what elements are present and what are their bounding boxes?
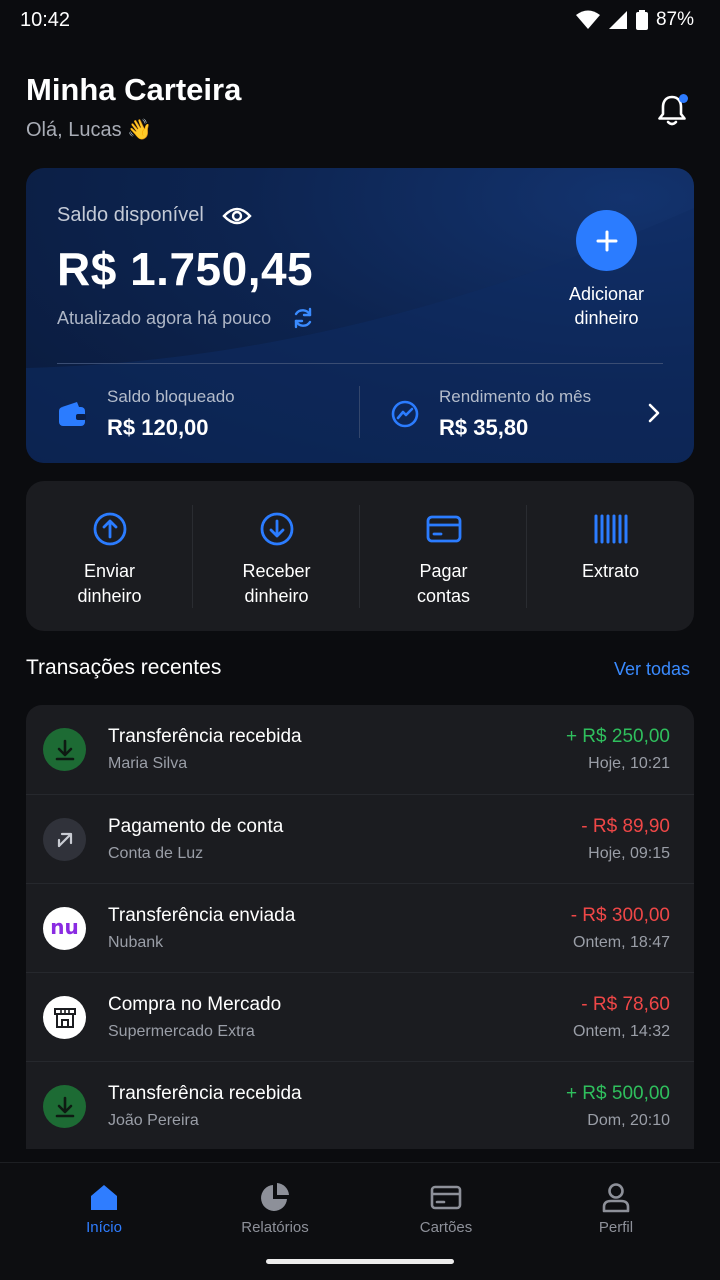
divider <box>359 386 360 438</box>
status-bar: 10:42 87% <box>0 0 720 44</box>
transaction-amount: + R$ 500,00 <box>565 1083 670 1104</box>
add-money-button[interactable] <box>576 210 637 271</box>
nav-profile[interactable]: Perfil <box>556 1177 676 1247</box>
card-icon <box>430 1185 462 1210</box>
wallet-icon <box>59 402 86 426</box>
transactions-heading: Transações recentes <box>26 656 222 679</box>
transaction-row[interactable]: Transferência recebida João Pereira + R$… <box>26 1061 694 1149</box>
status-icons: 87% <box>575 9 694 31</box>
quick-actions: Enviar dinheiro Receber dinheiro Pagar c… <box>26 481 694 631</box>
transaction-amount: + R$ 250,00 <box>565 726 670 747</box>
transaction-date: Ontem, 18:47 <box>573 934 670 951</box>
refresh-icon[interactable] <box>292 307 314 329</box>
transaction-row[interactable]: nu Transferência enviada Nubank - R$ 300… <box>26 883 694 972</box>
receive-money-button[interactable]: Receber dinheiro <box>193 481 360 631</box>
greeting: Olá, Lucas 👋 <box>26 119 153 141</box>
transaction-row[interactable]: Compra no Mercado Supermercado Extra - R… <box>26 972 694 1061</box>
blocked-balance-value: R$ 120,00 <box>107 415 209 440</box>
blocked-balance-label: Saldo bloqueado <box>107 387 235 406</box>
transaction-date: Dom, 20:10 <box>587 1112 670 1129</box>
nubank-logo: nu <box>43 907 86 950</box>
action-label: Receber dinheiro <box>242 561 311 606</box>
transaction-amount: - R$ 89,90 <box>581 816 670 837</box>
page-title: Minha Carteira <box>26 72 242 107</box>
transaction-subtitle: Nubank <box>108 934 164 951</box>
transaction-amount: - R$ 78,60 <box>581 994 670 1015</box>
home-indicator[interactable] <box>266 1259 454 1264</box>
nav-label: Início <box>86 1219 122 1236</box>
download-icon <box>43 1085 86 1128</box>
transaction-subtitle: João Pereira <box>108 1112 199 1129</box>
monthly-yield-value: R$ 35,80 <box>439 415 529 440</box>
nav-label: Cartões <box>419 1219 473 1236</box>
user-icon <box>602 1183 630 1213</box>
transaction-subtitle: Supermercado Extra <box>108 1023 255 1040</box>
transaction-amount: - R$ 300,00 <box>570 905 670 926</box>
divider <box>57 363 663 364</box>
download-icon <box>43 728 86 771</box>
transaction-row[interactable]: Transferência recebida Maria Silva + R$ … <box>26 705 694 794</box>
transaction-title: Compra no Mercado <box>108 994 282 1015</box>
pay-bills-button[interactable]: Pagar contas <box>360 481 527 631</box>
signal-icon <box>608 11 627 29</box>
nav-reports[interactable]: Relatórios <box>215 1177 335 1247</box>
nav-label: Relatórios <box>241 1219 309 1236</box>
nav-home[interactable]: Início <box>44 1177 164 1247</box>
transaction-date: Ontem, 14:32 <box>573 1023 670 1040</box>
transaction-date: Hoje, 10:21 <box>588 755 670 772</box>
growth-icon <box>391 400 419 428</box>
wifi-icon <box>575 10 600 29</box>
balance-amount: R$ 1.750,45 <box>57 243 314 295</box>
battery-icon <box>635 10 648 30</box>
card-icon <box>426 515 462 543</box>
transactions-list: Transferência recebida Maria Silva + R$ … <box>26 705 694 1149</box>
send-money-button[interactable]: Enviar dinheiro <box>26 481 193 631</box>
transaction-title: Transferência recebida <box>108 726 302 747</box>
home-icon <box>91 1185 117 1210</box>
upload-icon <box>93 512 127 546</box>
transaction-subtitle: Conta de Luz <box>108 845 204 862</box>
action-label: Enviar dinheiro <box>77 561 142 606</box>
balance-card: Saldo disponível R$ 1.750,45 Atualizado … <box>26 168 694 463</box>
add-money-label[interactable]: Adicionar dinheiro <box>546 282 667 330</box>
monthly-yield-link[interactable]: Rendimento do mês R$ 35,80 <box>376 378 676 448</box>
battery-percent: 87% <box>655 9 694 30</box>
balance-label: Saldo disponível <box>57 204 204 226</box>
nav-label: Perfil <box>598 1219 634 1236</box>
transaction-subtitle: Maria Silva <box>108 755 188 772</box>
nav-cards[interactable]: Cartões <box>386 1177 506 1247</box>
transaction-row[interactable]: Pagamento de conta Conta de Luz - R$ 89,… <box>26 794 694 883</box>
chevron-right-icon[interactable] <box>646 402 662 424</box>
pie-chart-icon <box>261 1183 289 1211</box>
transaction-title: Transferência recebida <box>108 1083 302 1104</box>
notification-dot <box>679 94 688 103</box>
see-all-link[interactable]: Ver todas <box>614 659 690 680</box>
download-icon <box>260 512 294 546</box>
statement-button[interactable]: Extrato <box>527 481 694 631</box>
status-time: 10:42 <box>20 9 71 31</box>
action-label: Extrato <box>581 561 640 581</box>
transaction-title: Pagamento de conta <box>108 816 284 837</box>
store-icon <box>43 996 86 1039</box>
transaction-title: Transferência enviada <box>108 905 296 926</box>
arrow-up-right-icon <box>43 818 86 861</box>
plus-icon <box>596 230 617 251</box>
balance-updated-text: Atualizado agora há pouco <box>57 308 272 328</box>
transaction-date: Hoje, 09:15 <box>588 845 670 862</box>
monthly-yield-label: Rendimento do mês <box>439 387 592 406</box>
eye-icon[interactable] <box>222 204 252 228</box>
barcode-icon <box>594 514 628 544</box>
action-label: Pagar contas <box>416 561 471 606</box>
